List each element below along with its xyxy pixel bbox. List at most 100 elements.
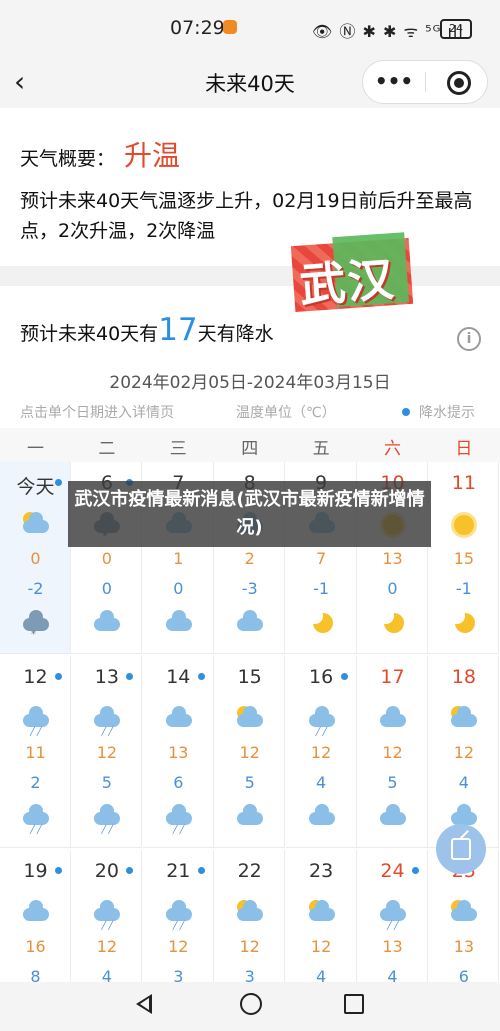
high-temp: 12 xyxy=(239,937,260,956)
high-temp: 13 xyxy=(453,937,475,956)
summary-trend: 升温 xyxy=(124,139,181,172)
summary-label: 天气概要： xyxy=(20,148,116,170)
rain-indicator-dot xyxy=(340,673,348,680)
capsule-divider xyxy=(425,72,426,92)
cloud-icon xyxy=(378,706,408,732)
low-temp: 2 xyxy=(30,773,41,792)
day-number: 17 xyxy=(380,666,405,688)
high-temp: 13 xyxy=(168,743,189,762)
temp-unit-hint: 温度单位（℃） xyxy=(236,405,336,421)
hint-row: 点击单个日期进入详情页 温度单位（℃） 降水提示 xyxy=(0,402,500,422)
close-miniprogram-icon[interactable] xyxy=(447,71,471,95)
weekday-label: 二 xyxy=(98,439,116,459)
partly-cloudy-icon xyxy=(235,900,265,926)
calendar-day-cell[interactable]: 14 13 6 ╱╱ xyxy=(142,656,214,848)
high-temp: 11 xyxy=(25,743,46,762)
cloud-icon xyxy=(92,610,122,636)
rain-icon: ╱╱ xyxy=(92,900,122,930)
weekday-label: 六 xyxy=(384,439,401,459)
partly-cloudy-icon xyxy=(307,900,337,926)
detail-hint: 点击单个日期进入详情页 xyxy=(20,405,174,421)
rain-icon: ╱╱ xyxy=(164,900,194,930)
moon-icon xyxy=(378,608,408,636)
low-temp: 8 xyxy=(30,967,41,982)
calendar-day-cell[interactable]: 今天 0 -2 * xyxy=(0,462,71,654)
weekday-label: 三 xyxy=(169,439,187,459)
rain-indicator-dot xyxy=(412,867,419,874)
rain-icon: ╱╱ xyxy=(92,804,122,834)
low-temp: 5 xyxy=(244,773,255,792)
calendar-day-cell[interactable]: 24 ╱╱ 13 4 xyxy=(357,850,428,982)
calendar-day-cell[interactable]: 21 ╱╱ 12 3 xyxy=(143,850,214,982)
cloud-icon xyxy=(307,804,337,830)
calendar-day-cell[interactable]: 22 12 3 xyxy=(214,850,286,982)
weekday-header: 一二三四五六日 xyxy=(0,428,500,462)
low-temp: 4 xyxy=(387,967,398,982)
info-icon[interactable]: i xyxy=(457,327,481,351)
cloud-icon xyxy=(235,804,265,830)
calendar-day-cell[interactable]: 20 ╱╱ 12 4 xyxy=(71,850,143,982)
calendar-day-cell[interactable]: 11 15 -1 xyxy=(428,462,500,654)
high-temp: 12 xyxy=(96,743,118,762)
calendar-day-cell[interactable]: 17 12 5 xyxy=(357,656,428,848)
calendar-day-cell[interactable]: 18 12 4 xyxy=(428,656,500,848)
calendar-day-cell[interactable]: 16 ╱╱ 12 4 xyxy=(285,656,357,848)
high-temp: 15 xyxy=(453,549,475,568)
high-temp: 13 xyxy=(382,937,403,956)
high-temp: 12 xyxy=(382,743,403,762)
city-name: 武汉 xyxy=(297,252,398,313)
low-temp: 4 xyxy=(101,967,112,982)
partly-cloudy-icon xyxy=(449,900,479,926)
day-number: 15 xyxy=(237,666,262,688)
rain-icon: ╱╱ xyxy=(378,900,408,930)
more-button[interactable]: ••• xyxy=(363,61,425,103)
low-temp: 0 xyxy=(173,579,184,598)
low-temp: 0 xyxy=(101,579,112,598)
calendar-day-cell[interactable]: 23 12 4 xyxy=(286,850,357,982)
status-bar: 07:29 👁 Ⓝ ✱ ✱ ᯤ ⁵ᴳ ıll 24 xyxy=(0,0,500,58)
rain-icon: ╱╱ xyxy=(21,706,51,736)
rain-icon: ╱╱ xyxy=(92,706,122,736)
system-back-icon[interactable] xyxy=(136,994,152,1014)
high-temp: 0 xyxy=(101,549,112,568)
high-temp: 16 xyxy=(25,937,46,956)
city-stamp-image: 武汉 xyxy=(290,232,414,318)
high-temp: 1 xyxy=(173,549,184,568)
day-number: 今天 xyxy=(16,476,55,498)
moon-icon xyxy=(449,608,479,636)
low-temp: 3 xyxy=(173,967,184,982)
share-button[interactable] xyxy=(436,824,486,874)
low-temp: 0 xyxy=(387,579,398,598)
calendar-day-cell[interactable]: 19 16 8 xyxy=(0,850,71,982)
section-divider xyxy=(0,266,500,286)
partly-cloudy-icon xyxy=(21,512,51,538)
rain-indicator-dot xyxy=(55,673,62,680)
precip-suffix: 天有降水 xyxy=(197,323,274,345)
calendar-day-cell[interactable]: 13 ╱╱ 12 5 ╱╱ xyxy=(71,656,143,848)
rain-dot-legend-icon xyxy=(402,408,410,416)
high-temp: 12 xyxy=(168,937,189,956)
news-banner[interactable]: 武汉市疫情最新消息(武汉市最新疫情新增情况) xyxy=(68,481,431,547)
cloud-icon xyxy=(235,610,265,636)
low-temp: 4 xyxy=(316,773,327,792)
low-temp: -1 xyxy=(455,579,472,598)
mini-program-capsule: ••• xyxy=(362,60,488,104)
status-time: 07:29 xyxy=(170,17,225,39)
rain-hint: 降水提示 xyxy=(419,405,475,421)
cloud-icon xyxy=(378,804,408,830)
rain-indicator-dot xyxy=(197,867,205,874)
calendar-day-cell[interactable]: 15 12 5 xyxy=(214,656,286,848)
low-temp: 5 xyxy=(101,773,112,792)
high-temp: 12 xyxy=(310,743,332,762)
low-temp: 4 xyxy=(458,773,469,792)
precip-days: 17 xyxy=(158,312,198,348)
low-temp: 6 xyxy=(173,773,184,792)
calendar-day-cell[interactable]: 12 ╱╱ 11 2 ╱╱ xyxy=(0,656,71,848)
precip-heading: 预计未来40天有17天有降水 xyxy=(20,312,274,348)
system-recent-apps-icon[interactable] xyxy=(344,994,364,1014)
high-temp: 12 xyxy=(96,937,118,956)
system-home-icon[interactable] xyxy=(240,993,262,1015)
nav-bar: ‹ 未来40天 ••• xyxy=(0,58,500,108)
high-temp: 12 xyxy=(453,743,475,762)
cloud-icon xyxy=(164,610,194,636)
